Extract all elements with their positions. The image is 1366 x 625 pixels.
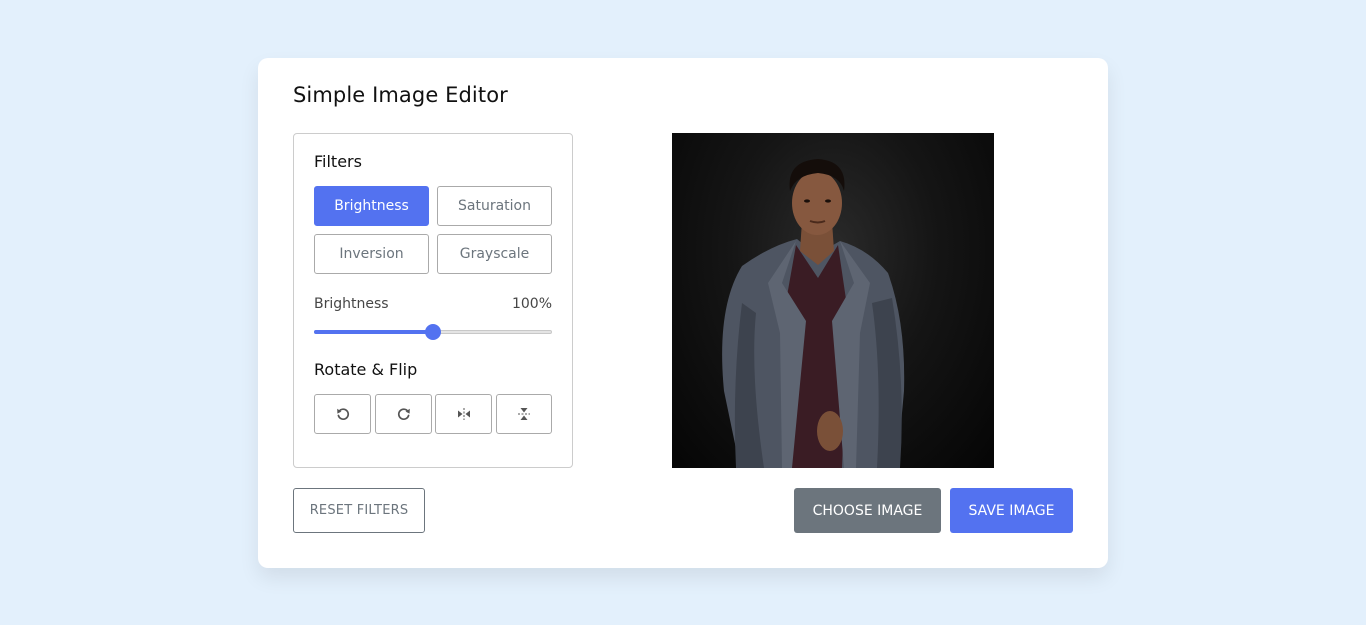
- flip-vertical-icon: [518, 408, 530, 420]
- page-title: Simple Image Editor: [293, 83, 508, 107]
- reset-filters-button[interactable]: RESET FILTERS: [293, 488, 425, 533]
- filter-brightness-button[interactable]: Brightness: [314, 186, 429, 226]
- slider-value: 100%: [511, 296, 552, 312]
- image-preview: [672, 133, 994, 468]
- choose-image-button[interactable]: CHOOSE IMAGE: [794, 488, 941, 533]
- flip-horizontal-button[interactable]: [435, 394, 492, 434]
- slider-name: Brightness: [314, 296, 389, 312]
- filters-heading: Filters: [314, 152, 362, 171]
- filter-saturation-button[interactable]: Saturation: [437, 186, 552, 226]
- slider-thumb[interactable]: [425, 324, 441, 340]
- controls-panel: Filters Brightness Saturation Inversion …: [293, 133, 573, 468]
- filter-inversion-button[interactable]: Inversion: [314, 234, 429, 274]
- rotate-right-button[interactable]: [375, 394, 432, 434]
- rotate-heading: Rotate & Flip: [314, 360, 418, 379]
- slider-fill: [314, 330, 433, 334]
- save-image-button[interactable]: SAVE IMAGE: [950, 488, 1073, 533]
- rotate-left-icon: [336, 408, 349, 420]
- flip-horizontal-icon: [457, 408, 470, 420]
- rotate-right-icon: [397, 408, 410, 420]
- flip-vertical-button[interactable]: [496, 394, 552, 434]
- filter-grayscale-button[interactable]: Grayscale: [437, 234, 552, 274]
- brightness-slider[interactable]: [314, 324, 552, 340]
- editor-card: Simple Image Editor Filters Brightness S…: [258, 58, 1108, 568]
- portrait-image: [722, 159, 905, 468]
- rotate-left-button[interactable]: [314, 394, 371, 434]
